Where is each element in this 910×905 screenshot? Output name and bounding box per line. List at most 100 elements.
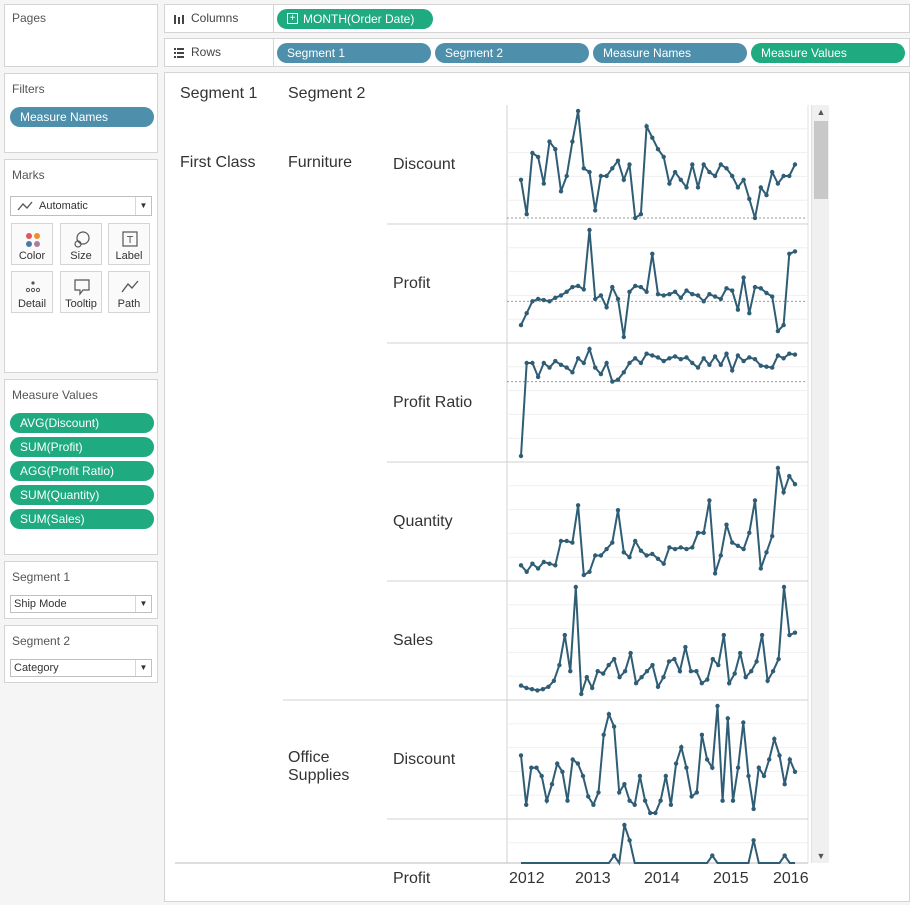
data-point [615,158,621,163]
data-point [741,546,746,552]
data-point [775,465,781,471]
data-point [622,669,628,674]
data-point [741,720,746,725]
data-point [747,355,752,360]
data-point [764,364,769,369]
size-icon [74,231,90,248]
measure-pill-avg-discount[interactable]: AVG(Discount) [10,413,154,433]
data-point [775,181,781,186]
data-point [672,656,677,662]
data-point [644,351,649,356]
data-point [587,227,592,233]
data-point [535,374,541,380]
shelf-divider [273,39,274,66]
data-point [672,169,678,175]
data-point [627,162,632,167]
data-point [701,530,706,535]
columns-shelf[interactable]: Columns + MONTH(Order Date) [164,4,910,33]
size-button[interactable]: Size [60,223,102,265]
segment1-parameter-card: Segment 1 Ship Mode ▼ [4,561,158,619]
data-point [601,732,606,737]
data-point [672,354,678,359]
measure-pill-agg-profit-ratio[interactable]: AGG(Profit Ratio) [10,461,154,481]
data-point [694,790,699,795]
data-point [570,139,575,144]
data-point [535,688,540,693]
plus-box-icon: + [287,13,298,24]
data-point [593,553,598,558]
measure-pill-sum-sales[interactable]: SUM(Sales) [10,509,154,529]
data-point [604,173,609,179]
segment2-dropdown[interactable]: Category ▼ [10,659,152,677]
color-button[interactable]: Color [11,223,53,265]
viz-view: Segment 1 Segment 2 First Class Furnitur… [164,72,910,902]
rows-pill-measure-names[interactable]: Measure Names [593,43,747,63]
data-point [553,563,558,568]
measure-pill-sum-quantity[interactable]: SUM(Quantity) [10,485,154,505]
scroll-down-arrow[interactable]: ▼ [812,849,830,863]
data-point [661,293,666,298]
data-point [667,545,672,550]
vertical-scrollbar[interactable]: ▲ ▼ [811,105,829,863]
data-point [787,251,792,256]
data-point [781,322,786,328]
detail-button[interactable]: Detail [11,271,53,313]
data-point [792,630,798,635]
data-point [568,669,573,674]
data-point [570,757,575,762]
data-point [655,556,661,561]
data-point [781,173,786,179]
data-point [661,561,666,566]
data-point [707,292,712,297]
mark-type-dropdown[interactable]: Automatic ▼ [10,196,152,216]
rows-label: Rows [191,45,222,59]
data-point [730,173,735,179]
data-point [593,296,598,302]
measure-label: Profit [393,275,431,292]
measure-pill-sum-profit[interactable]: SUM(Profit) [10,437,154,457]
rows-shelf[interactable]: Rows Segment 1 Segment 2 Measure Names M… [164,38,910,67]
scrollbar-thumb[interactable] [814,121,828,199]
segment1-dropdown[interactable]: Ship Mode ▼ [10,595,152,613]
data-point [610,540,615,545]
data-point [781,584,787,590]
measure-label: Discount [393,751,456,768]
data-point [650,551,655,557]
filters-card[interactable]: Filters Measure Names [4,73,158,153]
data-point [707,362,712,367]
data-point [735,307,741,312]
data-point [632,802,637,807]
data-point [758,286,763,291]
segment2-title: Segment 2 [12,634,71,648]
pages-card[interactable]: Pages [4,4,158,67]
data-point [639,675,644,680]
data-point [752,357,758,362]
rows-pill-segment1[interactable]: Segment 1 [277,43,431,63]
columns-pill-text: MONTH(Order Date) [303,12,415,26]
data-point [604,360,609,366]
data-point [581,572,586,578]
tooltip-button[interactable]: Tooltip [60,271,102,313]
label-button[interactable]: T Label [108,223,150,265]
columns-pill-month-order-date[interactable]: + MONTH(Order Date) [277,9,433,29]
data-point [712,571,718,576]
data-point [747,530,752,535]
data-point [653,810,658,816]
data-point [743,675,748,680]
data-point [764,550,769,555]
data-point [661,358,666,364]
data-point [580,773,586,779]
data-point [746,773,751,779]
filter-pill-measure-names[interactable]: Measure Names [10,107,154,127]
data-point [544,798,549,803]
data-point [617,675,622,680]
rows-pill-measure-values[interactable]: Measure Values [751,43,905,63]
scroll-up-arrow[interactable]: ▲ [812,105,830,119]
data-point [775,328,781,334]
data-point [611,724,617,729]
rows-pill-segment2[interactable]: Segment 2 [435,43,589,63]
measure-label: Discount [393,156,456,173]
data-point [751,806,756,812]
data-point [621,334,626,340]
path-button[interactable]: Path [108,271,150,313]
